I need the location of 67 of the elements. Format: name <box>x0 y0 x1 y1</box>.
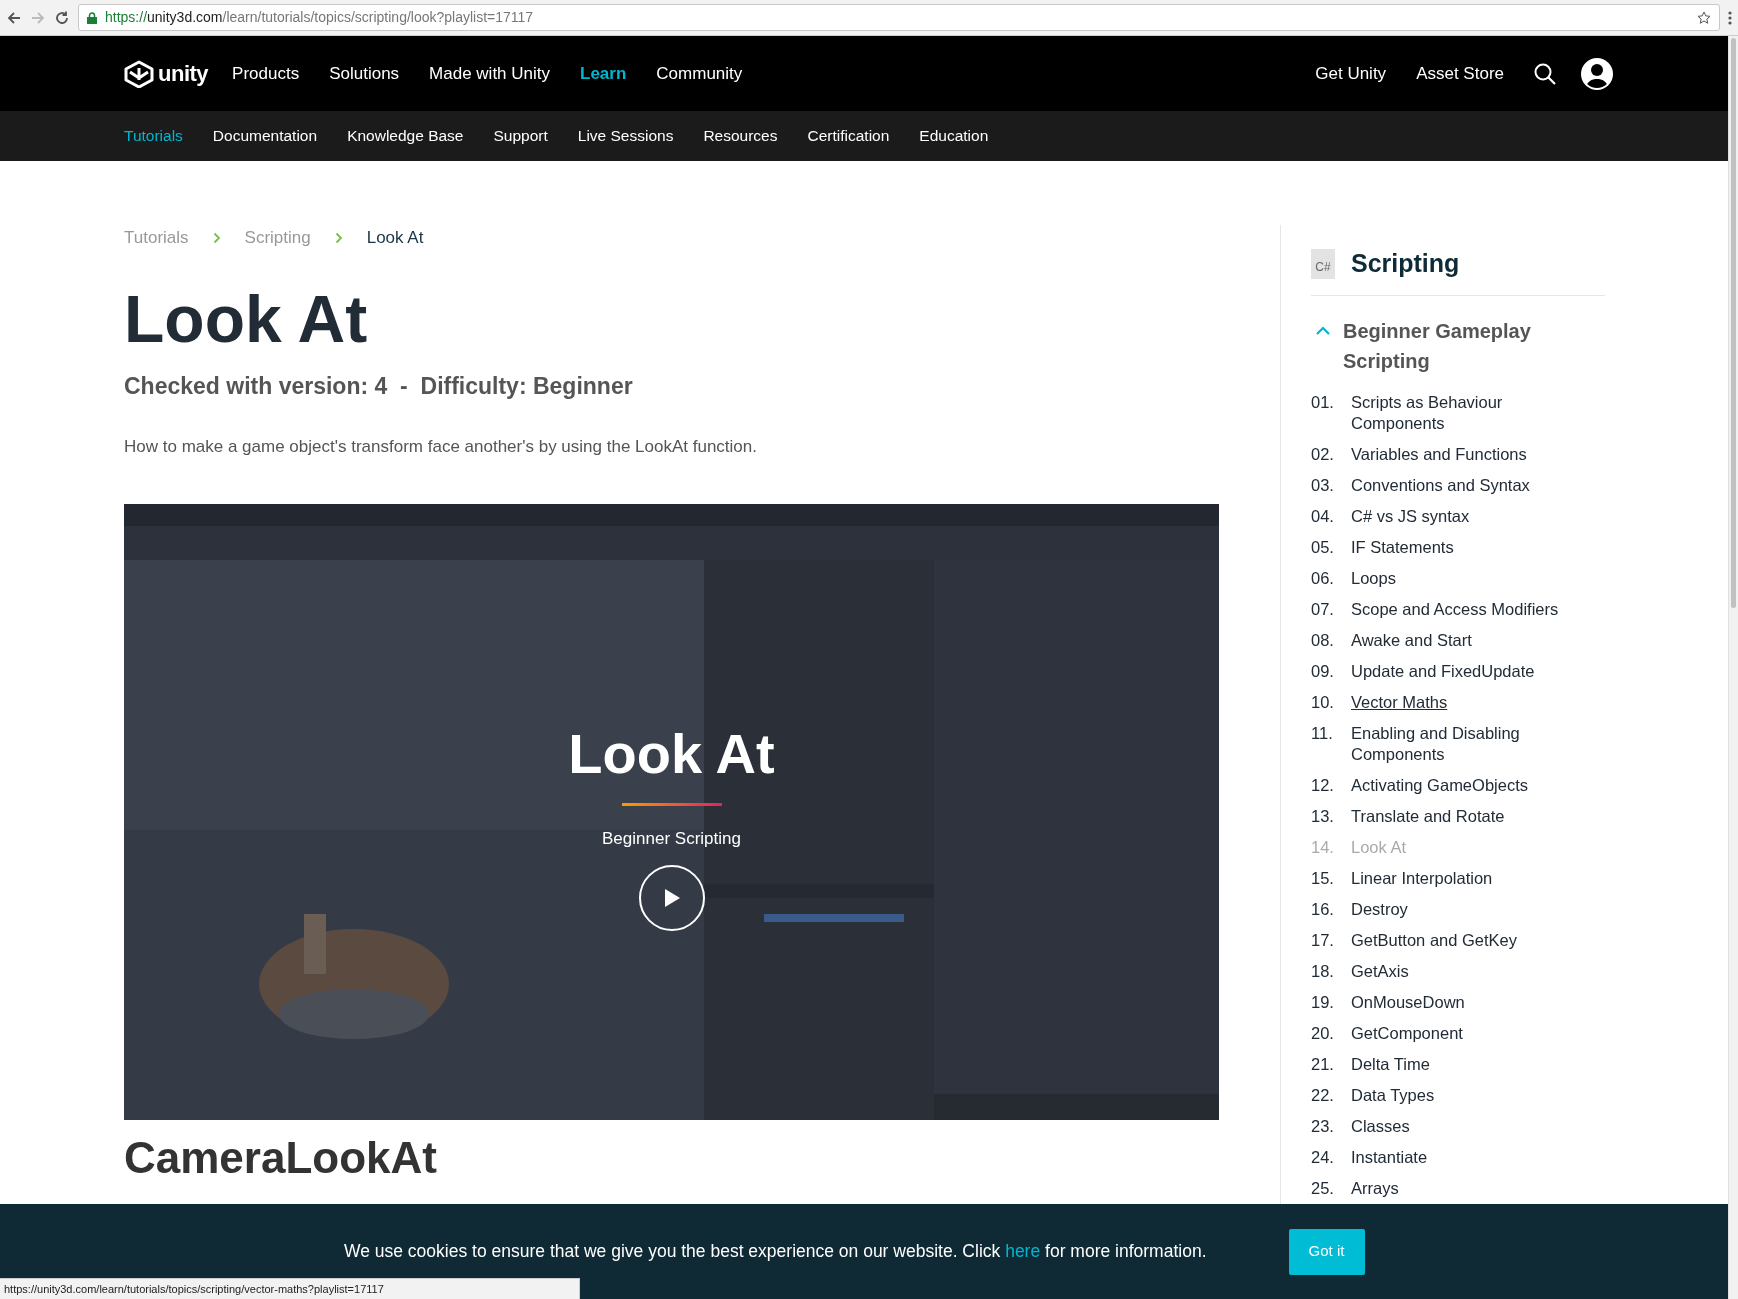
lock-icon <box>87 11 97 24</box>
nav-link[interactable]: Community <box>656 60 743 87</box>
video-player[interactable]: Look At Beginner Scripting <box>124 504 1219 1121</box>
subnav-link[interactable]: Certification <box>807 124 890 148</box>
lesson-link[interactable]: 20. GetComponent <box>1311 1022 1605 1044</box>
description-text: How to make a game object's transform face another's by using the LookAt function. <box>124 435 758 458</box>
avatar-icon[interactable] <box>1580 56 1614 91</box>
section-heading: CameraLookAt <box>124 1134 438 1183</box>
video-subtitle: Beginner Scripting <box>602 827 741 850</box>
file-icon: C# <box>1311 248 1335 279</box>
search-icon[interactable] <box>1534 62 1556 85</box>
lesson-link[interactable]: 05. IF Statements <box>1311 536 1605 558</box>
lesson-link[interactable]: 09. Update and FixedUpdate <box>1311 660 1605 682</box>
back-icon[interactable] <box>6 9 22 26</box>
lesson-link[interactable]: 13. Translate and Rotate <box>1311 805 1605 827</box>
nav-link[interactable]: Asset Store <box>1416 60 1504 87</box>
lesson-link[interactable]: 24. Instantiate <box>1311 1146 1605 1168</box>
play-icon <box>662 888 681 909</box>
nav-link[interactable]: Learn <box>580 60 627 87</box>
page-title: Look At <box>124 282 369 356</box>
scrollbar[interactable] <box>1728 36 1738 1299</box>
nav-link[interactable]: Get Unity <box>1315 60 1387 87</box>
nav-link[interactable]: Made with Unity <box>429 60 551 87</box>
star-icon[interactable] <box>1697 10 1711 25</box>
lesson-link[interactable]: 03. Conventions and Syntax <box>1311 474 1605 496</box>
nav-link[interactable]: Products <box>232 60 300 87</box>
unity-logo[interactable]: unity <box>124 57 209 90</box>
lesson-link[interactable]: 02. Variables and Functions <box>1311 443 1605 465</box>
lesson-link[interactable]: 07. Scope and Access Modifiers <box>1311 598 1605 620</box>
breadcrumb-link[interactable]: Look At <box>366 225 424 251</box>
sidebar-title: Scripting <box>1351 248 1460 279</box>
subnav-link[interactable]: Support <box>493 124 548 148</box>
lesson-link[interactable]: 16. Destroy <box>1311 898 1605 920</box>
subnav-link[interactable]: Knowledge Base <box>347 124 464 148</box>
cookie-text: We use cookies to ensure that we give you the best experience on our website. Click here for more information. <box>344 1240 1207 1264</box>
subnav-link[interactable]: Education <box>919 124 989 148</box>
chevron-icon <box>212 231 221 244</box>
subnav-link[interactable]: Tutorials <box>124 124 183 148</box>
lesson-link[interactable]: 12. Activating GameObjects <box>1311 774 1605 796</box>
cookie-link[interactable]: here <box>1005 1241 1041 1262</box>
play-button[interactable] <box>638 865 705 932</box>
lesson-link[interactable]: 10. Vector Maths <box>1311 691 1605 713</box>
lesson-link[interactable]: 01. Scripts as Behaviour Components <box>1311 391 1605 434</box>
reload-icon[interactable] <box>54 9 70 26</box>
address-bar[interactable]: https://unity3d.com/learn/tutorials/topics/scripting/look?playlist=17117 <box>78 4 1720 31</box>
lesson-link[interactable]: 08. Awake and Start <box>1311 629 1605 651</box>
lesson-link[interactable]: 11. Enabling and Disabling Components <box>1311 722 1605 765</box>
tutorial-meta: Checked with version: 4 - Difficulty: Beginner <box>124 372 634 402</box>
lesson-link[interactable]: 15. Linear Interpolation <box>1311 867 1605 889</box>
lesson-link[interactable]: 19. OnMouseDown <box>1311 991 1605 1013</box>
lesson-link[interactable]: 21. Delta Time <box>1311 1053 1605 1075</box>
lesson-link[interactable]: 25. Arrays <box>1311 1177 1605 1199</box>
status-url: https://unity3d.com/learn/tutorials/topics/scripting/vector-maths?playlist=17117 <box>0 1277 580 1299</box>
section-toggle[interactable]: Beginner Gameplay Scripting <box>1315 315 1605 376</box>
lesson-link[interactable]: 18. GetAxis <box>1311 960 1605 982</box>
subnav-link[interactable]: Live Sessions <box>577 124 674 148</box>
lesson-link[interactable]: 23. Classes <box>1311 1115 1605 1137</box>
menu-icon[interactable] <box>1728 10 1732 25</box>
chevron-icon <box>334 231 343 244</box>
subnav-link[interactable]: Resources <box>703 124 778 148</box>
lesson-link[interactable]: 17. GetButton and GetKey <box>1311 929 1605 951</box>
subnav-link[interactable]: Documentation <box>212 124 318 148</box>
video-title: Look At <box>568 723 775 785</box>
lesson-link[interactable]: 04. C# vs JS syntax <box>1311 505 1605 527</box>
lesson-link[interactable]: 22. Data Types <box>1311 1084 1605 1106</box>
nav-link[interactable]: Solutions <box>329 60 400 87</box>
lesson-link[interactable]: 06. Loops <box>1311 567 1605 589</box>
